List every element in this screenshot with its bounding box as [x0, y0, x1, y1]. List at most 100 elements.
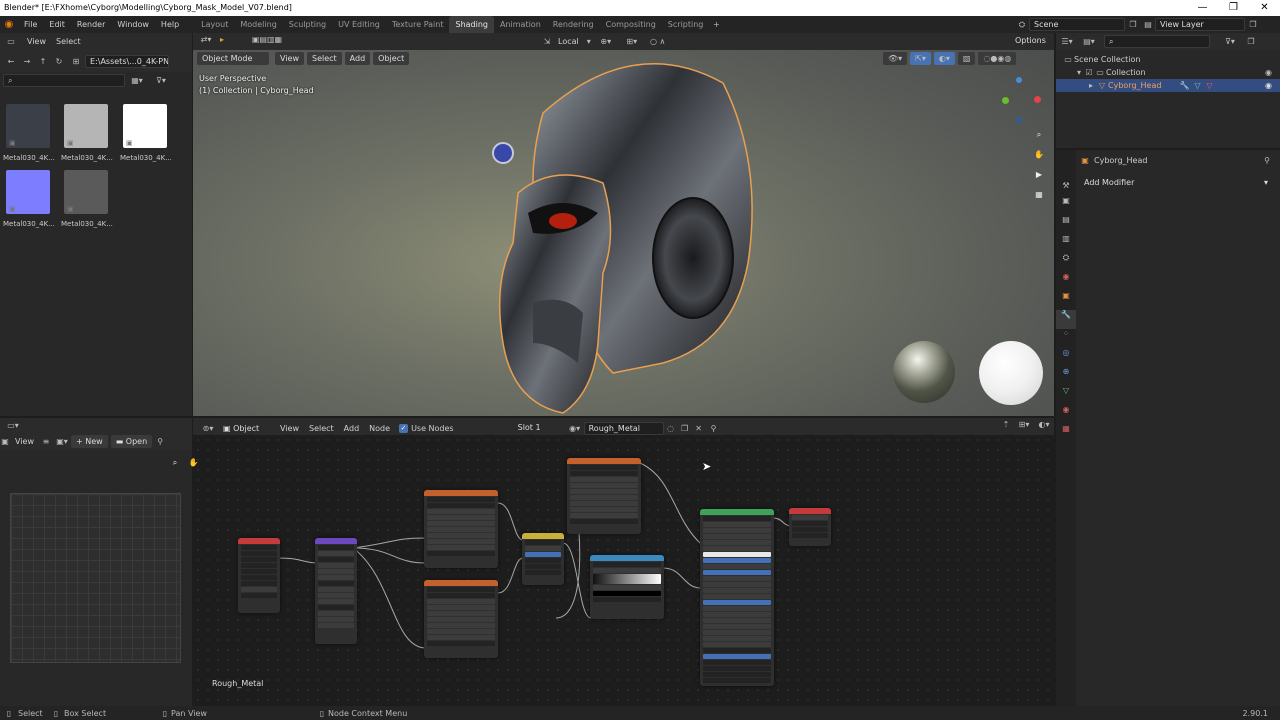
pan-hand-icon[interactable]: ✋: [1031, 150, 1047, 170]
view-layer-tab-icon[interactable]: ▥: [1056, 234, 1076, 253]
gizmo-y-icon[interactable]: [1002, 97, 1009, 104]
cyborg-head-model[interactable]: [483, 43, 783, 416]
refresh-icon[interactable]: ↻: [51, 57, 67, 66]
xray-icon[interactable]: ▧: [957, 52, 976, 65]
node-image-texture-3[interactable]: [567, 458, 641, 534]
file-thumbnail[interactable]: ▣ Metal030_4K...: [61, 170, 113, 228]
cursor-tool-icon[interactable]: ▸: [215, 35, 229, 44]
particles-tab-icon[interactable]: ⁘: [1056, 329, 1076, 348]
zoom-icon[interactable]: ⌕: [167, 458, 183, 478]
open-image-button[interactable]: ▬ Open: [110, 435, 153, 448]
tab-uv-editing[interactable]: UV Editing: [332, 16, 386, 33]
expand-icon[interactable]: ▸: [1086, 79, 1096, 92]
filter-icon[interactable]: ⊽▾: [1218, 37, 1242, 46]
outliner-scene-collection[interactable]: ▭ Scene Collection: [1062, 53, 1280, 66]
visibility-icon[interactable]: 👁▾: [883, 52, 908, 65]
expand-icon[interactable]: ▾: [1074, 66, 1084, 79]
tab-scripting[interactable]: Scripting: [662, 16, 710, 33]
output-tab-icon[interactable]: ▤: [1056, 215, 1076, 234]
blender-logo-icon[interactable]: ◉: [0, 19, 18, 30]
image-browse-icon[interactable]: ▣▾: [53, 437, 71, 446]
node-editor[interactable]: ⊚▾ ▣ Object View Select Add Node ✓ Use No…: [173, 418, 1054, 706]
eye-icon[interactable]: ◉: [1265, 66, 1272, 79]
node-color-ramp[interactable]: [590, 555, 664, 619]
navigation-gizmo[interactable]: [998, 75, 1041, 123]
file-thumbnail[interactable]: ▣ Metal030_4K...: [3, 170, 55, 228]
scene-tab-icon[interactable]: ⛭: [1056, 253, 1076, 272]
maximize-button[interactable]: ❐: [1218, 0, 1249, 16]
tab-modeling[interactable]: Modeling: [234, 16, 282, 33]
pin-icon[interactable]: ⚲: [1264, 156, 1270, 165]
zoom-icon[interactable]: ⌕: [1031, 130, 1047, 150]
world-tab-icon[interactable]: ◉: [1056, 272, 1076, 291]
view-layer-field[interactable]: View Layer: [1155, 18, 1245, 31]
object-tab-icon[interactable]: ▣: [1056, 291, 1076, 310]
tab-texture-paint[interactable]: Texture Paint: [386, 16, 450, 33]
file-thumbnail[interactable]: ▣ Metal030_4K...: [120, 104, 172, 162]
add-modifier-dropdown[interactable]: Add Modifier ▾: [1080, 176, 1272, 189]
file-search-input[interactable]: ⌕: [3, 73, 125, 87]
node-mapping[interactable]: [315, 538, 357, 644]
node-texture-coordinate[interactable]: [238, 538, 280, 613]
node-image-texture-1[interactable]: [424, 490, 498, 568]
file-menu-select[interactable]: Select: [51, 33, 86, 50]
tab-layout[interactable]: Layout: [195, 16, 234, 33]
image-editor-type-icon[interactable]: ▣: [0, 437, 10, 446]
texture-tab-icon[interactable]: ▦: [1056, 424, 1076, 443]
image-canvas[interactable]: [10, 493, 181, 663]
gizmo-neg-z-icon[interactable]: [1016, 117, 1022, 123]
menu-render[interactable]: Render: [71, 16, 111, 33]
data-tab-icon[interactable]: ▽: [1056, 386, 1076, 405]
new-view-layer-icon[interactable]: ❐: [1245, 20, 1261, 29]
tab-rendering[interactable]: Rendering: [547, 16, 600, 33]
scene-field[interactable]: Scene: [1029, 18, 1125, 31]
vp-menu-view[interactable]: View: [275, 52, 304, 65]
camera-icon[interactable]: ▶: [1031, 170, 1047, 190]
gizmo-x-icon[interactable]: [1034, 96, 1041, 103]
node-material-output[interactable]: [789, 508, 831, 546]
vp-menu-add[interactable]: Add: [344, 52, 371, 65]
transform-tools-icon[interactable]: ⇄▾: [197, 35, 215, 44]
tab-sculpting[interactable]: Sculpting: [283, 16, 332, 33]
select-mode-icons[interactable]: ▣▤▥▦: [237, 35, 297, 44]
filter-icon[interactable]: ⊽▾: [149, 76, 173, 85]
modifier-tab-icon[interactable]: 🔧: [1056, 310, 1076, 329]
path-field[interactable]: E:\Assets\...0_4K-PNG\: [85, 54, 169, 68]
editor-type-icon[interactable]: ▭▾: [0, 421, 26, 430]
render-tab-icon[interactable]: ▣: [1056, 196, 1076, 215]
new-collection-icon[interactable]: ❐: [1242, 37, 1260, 46]
menu-edit[interactable]: Edit: [43, 16, 71, 33]
parent-dir-icon[interactable]: ↑: [35, 57, 51, 66]
shading-modes-icon[interactable]: ◌●◉◍: [978, 52, 1017, 65]
menu-file[interactable]: File: [18, 16, 43, 33]
tool-tab-icon[interactable]: ⚒: [1056, 176, 1076, 196]
gizmo-z-icon[interactable]: [1016, 77, 1022, 83]
file-thumbnail[interactable]: ▣ Metal030_4K...: [61, 104, 113, 162]
object-mode-dropdown[interactable]: Object Mode: [197, 52, 269, 65]
material-tab-icon[interactable]: ◉: [1056, 405, 1076, 424]
viewport-3d[interactable]: ⇄▾ ▸ ▣▤▥▦ ⇲ Local ▾ ⊕▾ ⊞▾ ○ ∧ Options Ob…: [193, 33, 1054, 416]
new-folder-icon[interactable]: ⊞: [67, 57, 85, 66]
grid-icon[interactable]: ▦: [1031, 190, 1047, 210]
node-principled-bsdf[interactable]: [700, 509, 774, 686]
add-workspace-icon[interactable]: +: [709, 20, 723, 29]
new-scene-icon[interactable]: ❐: [1125, 20, 1141, 29]
gizmo-icon[interactable]: ⇱▾: [910, 52, 931, 65]
display-mode-icon[interactable]: ▦▾: [125, 76, 149, 85]
outliner-object[interactable]: ▸ ▽ Cyborg_Head 🔧 ▽ ▽ ◉: [1056, 79, 1280, 92]
new-image-button[interactable]: + New: [70, 435, 108, 448]
editor-type-icon[interactable]: ▭: [0, 37, 22, 46]
outliner-collection[interactable]: ▾ ☑ ▭ Collection ◉: [1062, 66, 1280, 79]
outliner-type-icon[interactable]: ☰▾: [1056, 37, 1078, 46]
file-thumbnail[interactable]: ▣ Metal030_4K...: [3, 104, 55, 162]
eye-icon[interactable]: ◉: [1265, 79, 1272, 92]
node-image-texture-2[interactable]: [424, 580, 498, 658]
overlay-icon[interactable]: ◐▾: [933, 52, 955, 65]
image-menu-view[interactable]: View: [10, 433, 39, 450]
menu-help[interactable]: Help: [155, 16, 185, 33]
forward-arrow-icon[interactable]: →: [19, 57, 35, 66]
options-dropdown[interactable]: Options: [1011, 35, 1050, 48]
pin-icon[interactable]: ⚲: [155, 437, 165, 446]
checkbox-icon[interactable]: ☑: [1084, 66, 1094, 79]
hamburger-icon[interactable]: ≡: [39, 437, 53, 446]
